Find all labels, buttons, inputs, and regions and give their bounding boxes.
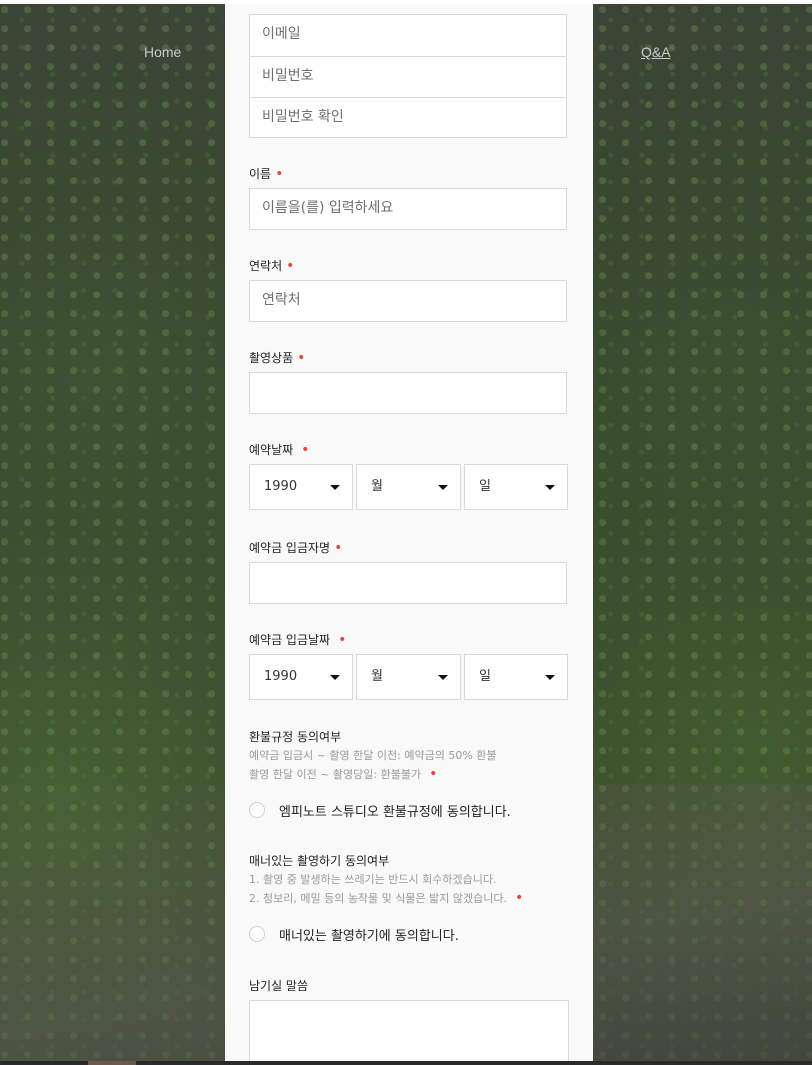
- chevron-down-icon: [545, 675, 555, 680]
- name-placeholder: 이름을(를) 입력하세요: [262, 200, 394, 216]
- nav-qa-link[interactable]: Q&A: [641, 44, 671, 60]
- required-mark: •: [297, 350, 306, 366]
- manners-agree-radio[interactable]: [249, 926, 265, 942]
- signup-form-panel: 이메일 비밀번호 비밀번호 확인 이름 • 이름을(를) 입력하세요 연락처 • 연…: [225, 4, 593, 1061]
- password-confirm-field[interactable]: 비밀번호 확인: [249, 97, 567, 138]
- password-field[interactable]: 비밀번호: [249, 56, 567, 97]
- chevron-down-icon: [438, 485, 448, 490]
- chevron-down-icon: [438, 675, 448, 680]
- manners-title: 매너있는 촬영하기 동의여부: [249, 854, 390, 868]
- deposit-year-value: 1990: [264, 669, 298, 684]
- deposit-month-select[interactable]: 월: [356, 654, 461, 700]
- name-label: 이름 •: [249, 166, 284, 182]
- reservation-day-select[interactable]: 일: [464, 464, 568, 510]
- required-mark: •: [429, 766, 438, 782]
- password-placeholder: 비밀번호: [262, 68, 314, 84]
- reservation-month-value: 월: [371, 479, 383, 494]
- refund-policy-line: 예약금 입금시 ~ 촬영 한달 이전: 예약금의 50% 환불: [249, 749, 497, 762]
- refund-policy-title: 환불규정 동의여부: [249, 730, 342, 744]
- deposit-month-value: 월: [371, 669, 383, 684]
- refund-agree-radio[interactable]: [249, 802, 265, 818]
- name-input[interactable]: 이름을(를) 입력하세요: [249, 188, 567, 230]
- email-field[interactable]: 이메일: [249, 14, 567, 56]
- reservation-year-value: 1990: [264, 479, 298, 494]
- phone-input[interactable]: 연락처: [249, 280, 567, 322]
- deposit-date-label: 예약금 입금날짜 •: [249, 632, 347, 648]
- product-input[interactable]: [249, 372, 567, 414]
- reservation-month-select[interactable]: 월: [356, 464, 461, 510]
- bottom-strip: [0, 1061, 812, 1065]
- required-mark: •: [338, 632, 347, 648]
- reservation-day-value: 일: [479, 479, 491, 494]
- manners-line: 2. 청보리, 메밀 등의 농작물 및 식물은 밟지 않겠습니다. •: [249, 890, 524, 906]
- deposit-day-value: 일: [479, 669, 491, 684]
- manners-agree-label[interactable]: 매너있는 촬영하기에 동의합니다.: [279, 925, 459, 944]
- nav-home-link[interactable]: Home: [144, 44, 181, 60]
- manners-line: 1. 촬영 중 발생하는 쓰레기는 반드시 회수하겠습니다.: [249, 873, 497, 886]
- required-mark: •: [275, 166, 284, 182]
- product-label: 촬영상품 •: [249, 350, 306, 366]
- required-mark: •: [286, 258, 295, 274]
- chevron-down-icon: [330, 675, 340, 680]
- required-mark: •: [514, 890, 524, 906]
- message-label: 남기실 말씀: [249, 979, 309, 993]
- required-mark: •: [334, 540, 343, 556]
- refund-agree-label[interactable]: 엠피노트 스튜디오 환불규정에 동의합니다.: [279, 801, 511, 820]
- depositor-input[interactable]: [249, 562, 567, 604]
- refund-policy-line: 촬영 한달 이전 ~ 촬영당일: 환불불가 •: [249, 766, 438, 782]
- deposit-day-select[interactable]: 일: [464, 654, 568, 700]
- message-textarea[interactable]: [249, 1000, 569, 1061]
- email-placeholder: 이메일: [262, 26, 301, 42]
- phone-placeholder: 연락처: [262, 292, 301, 308]
- depositor-label: 예약금 입금자명 •: [249, 540, 343, 556]
- deposit-year-select[interactable]: 1990: [249, 654, 353, 700]
- reservation-year-select[interactable]: 1990: [249, 464, 353, 510]
- chevron-down-icon: [330, 485, 340, 490]
- required-mark: •: [301, 442, 310, 458]
- phone-label: 연락처 •: [249, 258, 295, 274]
- reservation-date-label: 예약날짜 •: [249, 442, 310, 458]
- chevron-down-icon: [545, 485, 555, 490]
- password-confirm-placeholder: 비밀번호 확인: [262, 109, 344, 125]
